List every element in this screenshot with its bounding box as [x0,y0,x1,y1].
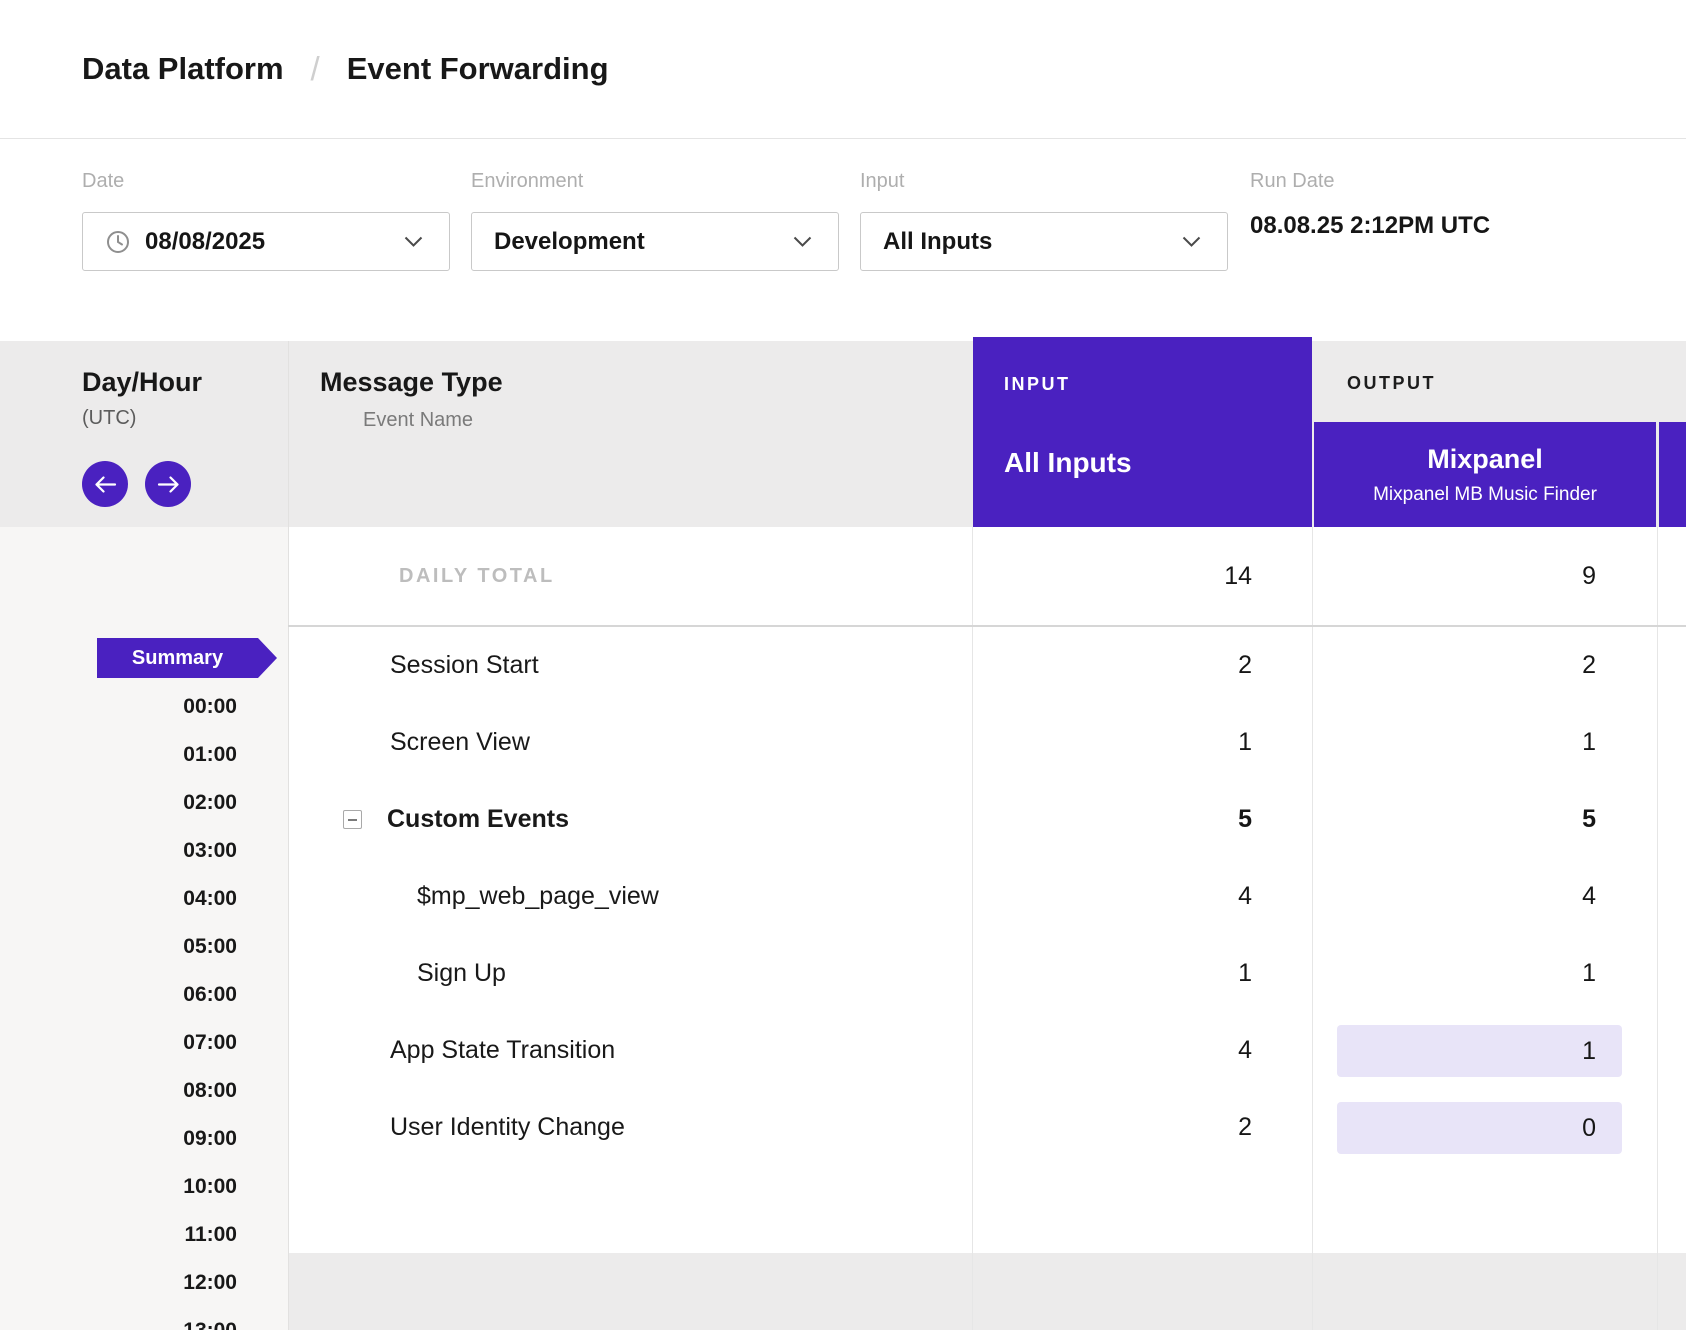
output-count: 4 [1314,882,1656,911]
day-hour-subtitle: (UTC) [82,407,136,430]
output-count: 1 [1337,1025,1622,1077]
input-filter-label: Input [860,170,1228,193]
daily-total-output-count: 9 [1314,562,1656,591]
event-name: Session Start [288,651,972,680]
input-column-kicker: INPUT [1004,374,1071,395]
input-column-value: All Inputs [1004,447,1132,479]
hour-item[interactable]: 12:00 [0,1259,237,1307]
hour-item[interactable]: 07:00 [0,1019,237,1067]
breadcrumb-section[interactable]: Data Platform [82,51,284,87]
input-count: 4 [972,882,1312,911]
hour-item[interactable]: 01:00 [0,731,237,779]
message-type-title: Message Type [320,367,503,398]
output-cell-highlighted[interactable]: 0 [1314,1102,1656,1154]
table-footer-strip [288,1253,1686,1330]
daily-total-label: DAILY TOTAL [288,565,972,588]
breadcrumb-separator: / [311,50,320,88]
breadcrumb: Data Platform / Event Forwarding [0,0,1686,139]
event-name: $mp_web_page_view [288,882,972,911]
hour-item[interactable]: 02:00 [0,779,237,827]
output-count: 0 [1337,1102,1622,1154]
summary-row-flag[interactable]: Summary [97,638,277,678]
page-title: Event Forwarding [347,51,609,87]
message-type-subtitle: Event Name [363,409,473,432]
chevron-down-icon [1182,236,1201,248]
output-name: Mixpanel [1314,444,1656,475]
environment-filter: Environment Development [471,140,839,340]
arrow-right-icon [157,476,180,493]
output-column-kicker: OUTPUT [1347,373,1436,394]
date-dropdown[interactable]: 08/08/2025 [82,212,450,271]
previous-day-button[interactable] [82,461,128,507]
output-cell-highlighted[interactable]: 1 [1314,1025,1656,1077]
hour-item[interactable]: 08:00 [0,1067,237,1115]
clock-icon [105,229,131,255]
hour-item[interactable]: 05:00 [0,923,237,971]
hour-item[interactable]: 09:00 [0,1115,237,1163]
environment-value: Development [494,228,645,256]
day-hour-header: Day/Hour (UTC) [0,341,288,527]
output-count: 1 [1314,728,1656,757]
hour-item[interactable]: 04:00 [0,875,237,923]
table-row: User Identity Change 2 0 [288,1089,1686,1166]
hour-list: 00:00 01:00 02:00 03:00 04:00 05:00 06:0… [0,683,237,1330]
hour-item[interactable]: 11:00 [0,1211,237,1259]
next-day-button[interactable] [145,461,191,507]
table-row: App State Transition 4 1 [288,1012,1686,1089]
input-count: 1 [972,728,1312,757]
event-name: App State Transition [288,1036,972,1065]
chevron-down-icon [793,236,812,248]
day-navigation [82,461,191,507]
hour-item[interactable]: 13:00 [0,1307,237,1330]
event-group: Custom Events [288,805,972,834]
hour-item[interactable]: 03:00 [0,827,237,875]
input-count: 5 [972,805,1312,834]
input-value: All Inputs [883,228,992,256]
event-name: Sign Up [288,959,972,988]
date-filter-label: Date [82,170,450,193]
table-row: $mp_web_page_view 4 4 [288,858,1686,935]
chevron-down-icon [404,236,423,248]
input-dropdown[interactable]: All Inputs [860,212,1228,271]
output-count: 5 [1314,805,1656,834]
input-column-header[interactable]: INPUT All Inputs [973,337,1312,527]
arrow-left-icon [94,476,117,493]
date-value: 08/08/2025 [145,228,265,256]
input-filter: Input All Inputs [860,140,1228,340]
filter-bar: Date 08/08/2025 Environment Development [82,140,1686,340]
event-name: Custom Events [387,805,569,834]
environment-filter-label: Environment [471,170,839,193]
run-date-value: 08.08.25 2:12PM UTC [1250,212,1490,240]
event-forwarding-page: Data Platform / Event Forwarding Date 08… [0,0,1686,1330]
environment-dropdown[interactable]: Development [471,212,839,271]
event-name: User Identity Change [288,1113,972,1142]
input-count: 4 [972,1036,1312,1065]
next-output-column-partial[interactable] [1659,422,1686,527]
table-row: Screen View 1 1 [288,704,1686,781]
table-row: Custom Events 5 5 [288,781,1686,858]
input-count: 2 [972,651,1312,680]
input-count: 2 [972,1113,1312,1142]
output-column-header[interactable]: Mixpanel Mixpanel MB Music Finder [1314,422,1656,527]
table-row: Session Start 2 2 [288,627,1686,704]
input-count: 1 [972,959,1312,988]
output-count: 2 [1314,651,1656,680]
date-filter: Date 08/08/2025 [82,140,450,340]
run-date-label: Run Date [1250,170,1490,193]
message-type-header: Message Type Event Name [288,341,972,527]
event-name: Screen View [288,728,972,757]
hour-item[interactable]: 06:00 [0,971,237,1019]
daily-total-row: DAILY TOTAL 14 9 [288,527,1686,627]
hour-item[interactable]: 00:00 [0,683,237,731]
hour-item[interactable]: 10:00 [0,1163,237,1211]
minus-square-icon[interactable] [343,810,362,829]
day-hour-title: Day/Hour [82,367,202,398]
event-rows: Session Start 2 2 Screen View 1 1 Custom… [288,627,1686,1166]
table-row: Sign Up 1 1 [288,935,1686,1012]
daily-total-input-count: 14 [972,562,1312,591]
run-date: Run Date 08.08.25 2:12PM UTC [1250,140,1490,340]
output-subtitle: Mixpanel MB Music Finder [1314,484,1656,506]
output-count: 1 [1314,959,1656,988]
